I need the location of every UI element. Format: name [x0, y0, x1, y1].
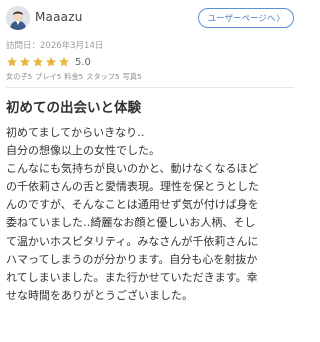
review-line: 自分の想像以上の女性でした。: [6, 144, 160, 158]
chevron-right-icon: 〉: [276, 13, 285, 23]
star-icon: [20, 56, 30, 66]
review-line: の千依莉さんの舌と愛情表現。理性を保とうとした: [6, 180, 259, 194]
star-icon: [33, 56, 43, 66]
review-line: れてしまいました。また行かせていただきます。幸: [6, 270, 258, 284]
sub-rating-play: プレイ5: [35, 72, 62, 81]
sub-rating-staff: スタッフ5: [86, 72, 120, 81]
user-avatar[interactable]: [6, 6, 30, 30]
review-line: んのですが、そんなことは通用せず気が付けば身を: [6, 198, 259, 212]
sub-rating-price: 料金5: [64, 72, 84, 81]
star-icon: [46, 56, 56, 66]
review-line: せな時間をありがとうございました。: [6, 288, 193, 302]
rating-row: 5.0: [6, 55, 91, 69]
visit-date: 訪問日：2026年3月14日: [6, 41, 104, 51]
sub-rating-photo: 写真5: [122, 72, 142, 81]
star-icon: [59, 56, 69, 66]
user-page-button-label: ユーザーページへ: [207, 14, 276, 24]
review-title: 初めての出会いと体験: [6, 100, 141, 116]
review-line: こんなにも気持ちが良いのかと、動けなくなるほど: [6, 162, 259, 176]
username[interactable]: Maaazu: [35, 10, 83, 24]
divider: [6, 87, 294, 88]
review-header: Maaazu ユーザーページへ 〉: [0, 0, 300, 36]
review-body: 初めてましてからいきなり‥ 自分の想像以上の女性でした。 こんなにも気持ちが良い…: [6, 124, 294, 305]
review-line: 初めてましてからいきなり‥: [6, 126, 145, 139]
sub-ratings: 女の子5 プレイ5 料金5 スタッフ5 写真5: [6, 72, 145, 82]
sub-rating-girl: 女の子5: [6, 72, 33, 81]
review-line: ハマってしまうのが分かります。自分も心を射抜か: [6, 252, 258, 266]
review-line: 委ねていました‥綺麗なお顔と優しいお人柄、そし: [6, 216, 256, 230]
rating-value: 5.0: [75, 56, 91, 68]
review-line: て温かいホスピタリティ。みなさんが千依莉さんに: [6, 234, 259, 248]
user-page-button[interactable]: ユーザーページへ 〉: [198, 8, 294, 28]
avatar-icon: [6, 6, 30, 30]
rating-stars: [6, 53, 71, 72]
star-icon: [7, 56, 17, 66]
